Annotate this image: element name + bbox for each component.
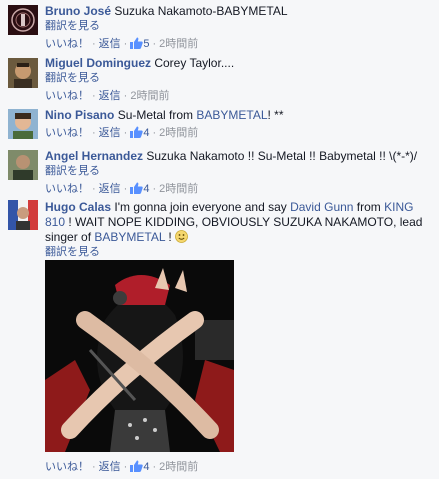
like-button[interactable]: いいね！ [45,183,89,195]
comment-author[interactable]: Angel Hernandez [45,149,143,163]
translate-link[interactable]: 翻訳を見る [45,19,433,34]
mention-link[interactable]: BABYMETAL [94,230,165,244]
comment-actions: いいね！ · 返信 · 5 · 2時間前 [45,37,433,53]
timestamp[interactable]: 2時間前 [159,461,198,473]
avatar[interactable] [8,109,38,139]
thumbs-up-icon [130,126,144,142]
reply-button[interactable]: 返信 [99,183,121,195]
like-button[interactable]: いいね！ [45,90,89,102]
avatar[interactable] [8,58,38,88]
avatar[interactable] [8,200,38,230]
comment-author[interactable]: Hugo Calas [45,200,111,214]
reply-button[interactable]: 返信 [99,90,121,102]
timestamp[interactable]: 2時間前 [159,38,198,50]
comment-actions: いいね！ · 返信 · 2時間前 [45,90,170,102]
like-count[interactable]: 4 [130,126,149,142]
comment-actions: いいね！ · 返信 · 4 · 2時間前 [45,460,198,476]
comment-text: Suzuka Nakamoto !! Su-Metal !! Babymetal… [146,149,418,163]
comment: Angel Hernandez Suzuka Nakamoto !! Su-Me… [0,146,439,198]
comment-author[interactable]: Nino Pisano [45,108,114,122]
comment: Nino Pisano Su-Metal from BABYMETAL! ** … [0,104,439,146]
smiley-icon [175,230,188,243]
reply-button[interactable]: 返信 [99,38,121,50]
timestamp[interactable]: 2時間前 [159,183,198,195]
thumbs-up-icon [130,460,144,476]
comment-author[interactable]: Bruno José [45,4,111,18]
comment-photo[interactable] [45,260,234,452]
avatar[interactable] [8,5,38,35]
like-count[interactable]: 4 [130,182,149,198]
translate-link[interactable]: 翻訳を見る [45,71,433,86]
avatar[interactable] [8,150,38,180]
comment-actions: いいね！ · 返信 · 4 · 2時間前 [45,182,433,198]
comment-actions: いいね！ · 返信 · 4 · 2時間前 [45,126,433,142]
like-count[interactable]: 4 [130,460,149,476]
like-button[interactable]: いいね！ [45,38,89,50]
thumbs-up-icon [130,182,144,198]
timestamp[interactable]: 2時間前 [130,90,169,102]
mention-link[interactable]: BABYMETAL [196,108,267,122]
comment-text: Corey Taylor.... [154,56,235,70]
like-button[interactable]: いいね！ [45,461,89,473]
reply-button[interactable]: 返信 [99,127,121,139]
comment: Miguel Dominguez Corey Taylor.... 翻訳を見る … [0,52,439,104]
mention-link[interactable]: David Gunn [290,200,353,214]
comment-text: Su-Metal from [117,108,197,122]
like-count[interactable]: 5 [130,37,149,53]
timestamp[interactable]: 2時間前 [159,127,198,139]
comment: Bruno José Suzuka Nakamoto-BABYMETAL 翻訳を… [0,0,439,52]
comment-text: Suzuka Nakamoto-BABYMETAL [114,4,288,18]
like-button[interactable]: いいね！ [45,127,89,139]
translate-link[interactable]: 翻訳を見る [45,164,433,179]
reply-button[interactable]: 返信 [99,461,121,473]
thumbs-up-icon [130,37,144,53]
translate-link[interactable]: 翻訳を見る [45,245,433,260]
comment-author[interactable]: Miguel Dominguez [45,56,151,70]
